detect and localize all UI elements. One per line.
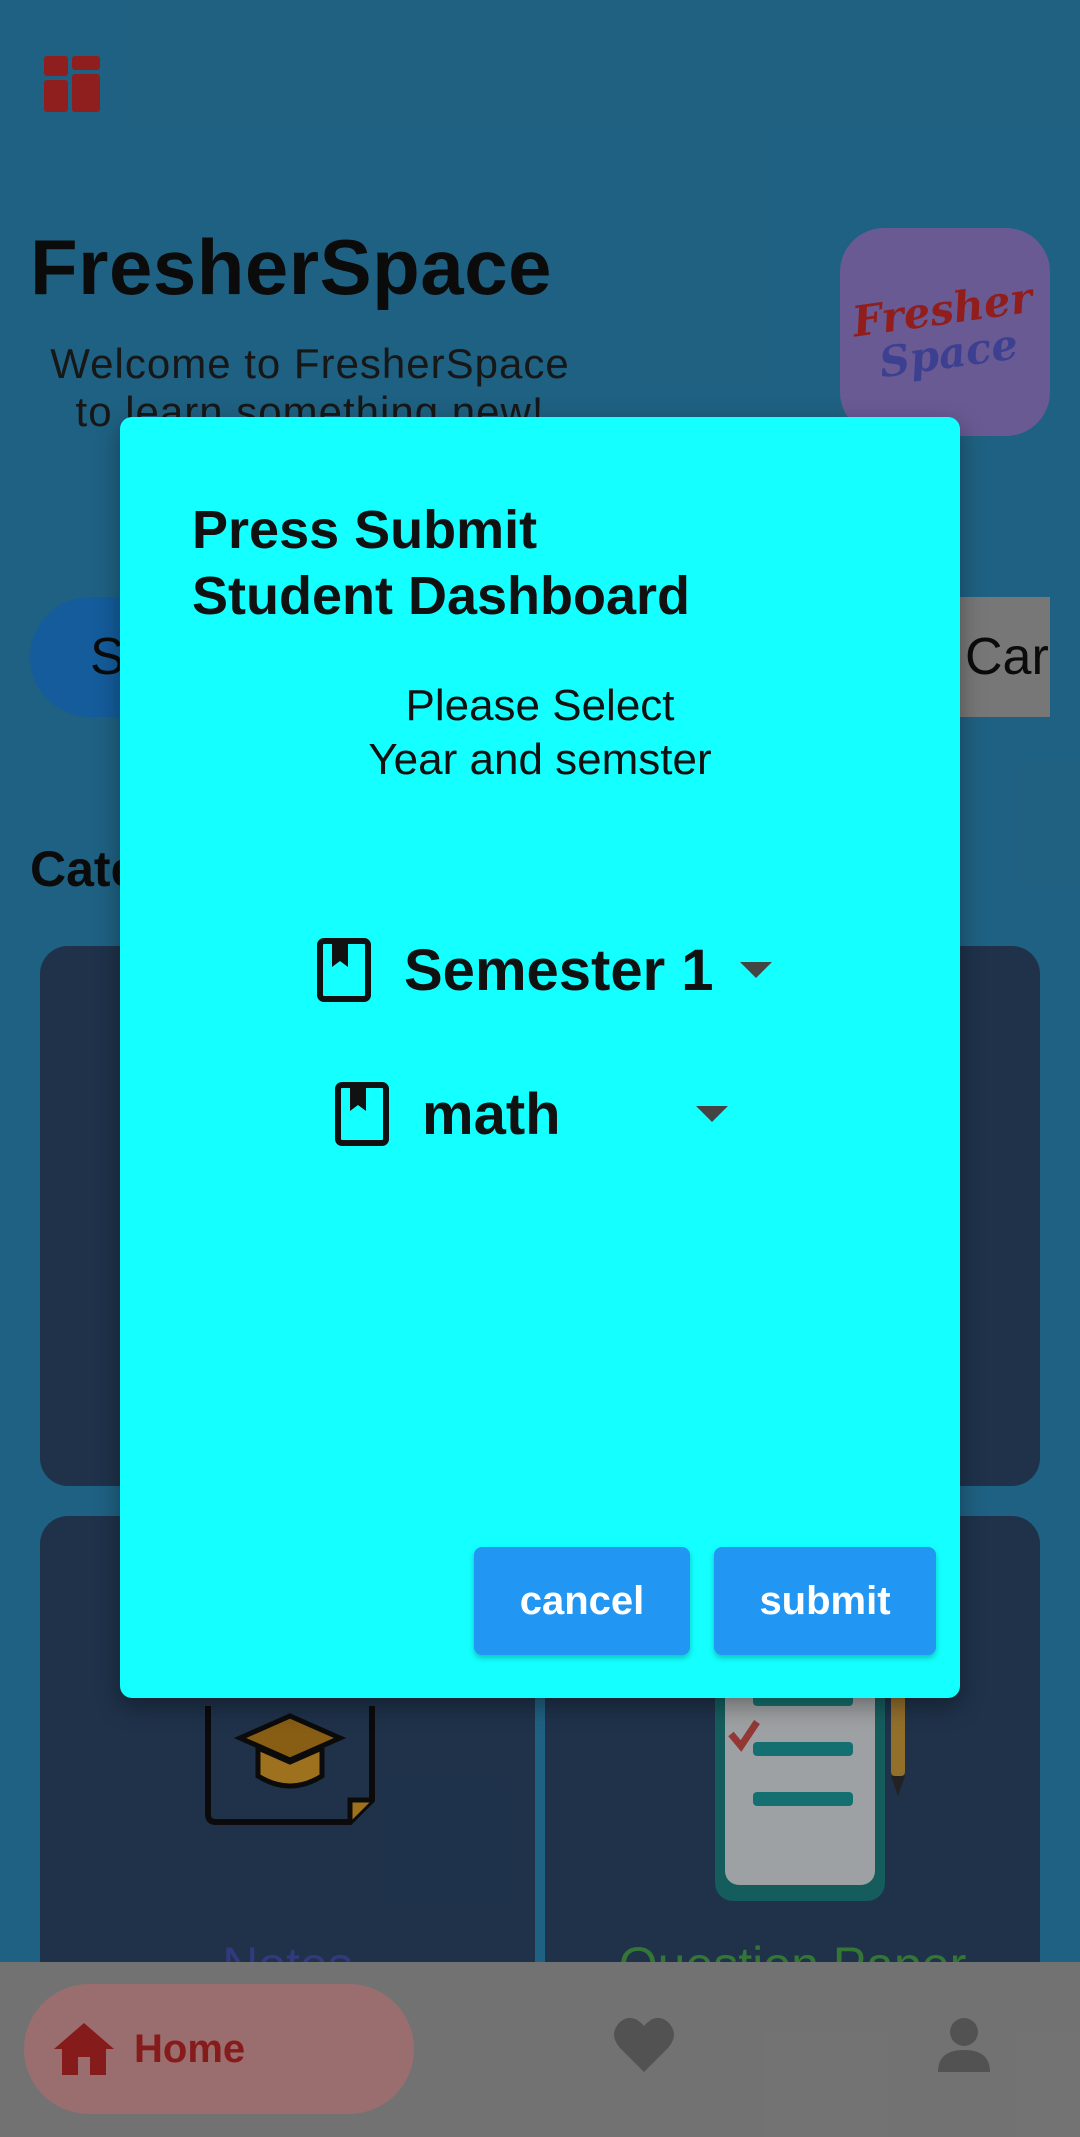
semester-dropdown[interactable]: Semester 1	[316, 930, 772, 1010]
subject-dropdown-value: math	[422, 1081, 561, 1147]
dialog-title-line1: Press Submit	[192, 500, 538, 560]
chevron-down-icon	[696, 1106, 728, 1122]
chevron-down-icon	[739, 962, 772, 978]
dialog-message: Please Select Year and semster	[120, 679, 960, 787]
student-dashboard-dialog: Press Submit Student Dashboard Please Se…	[120, 417, 960, 1698]
book-bookmark-icon	[317, 938, 371, 1002]
subject-dropdown[interactable]: math	[334, 1074, 728, 1154]
dialog-message-line1: Please Select	[405, 681, 675, 730]
cancel-button[interactable]: cancel	[474, 1547, 690, 1655]
dialog-title-line2: Student Dashboard	[192, 566, 691, 626]
book-bookmark-icon	[335, 1082, 389, 1146]
dialog-title: Press Submit Student Dashboard	[192, 497, 690, 629]
semester-dropdown-value: Semester 1	[404, 937, 714, 1003]
submit-button[interactable]: submit	[714, 1547, 936, 1655]
dialog-message-line2: Year and semster	[368, 735, 712, 784]
